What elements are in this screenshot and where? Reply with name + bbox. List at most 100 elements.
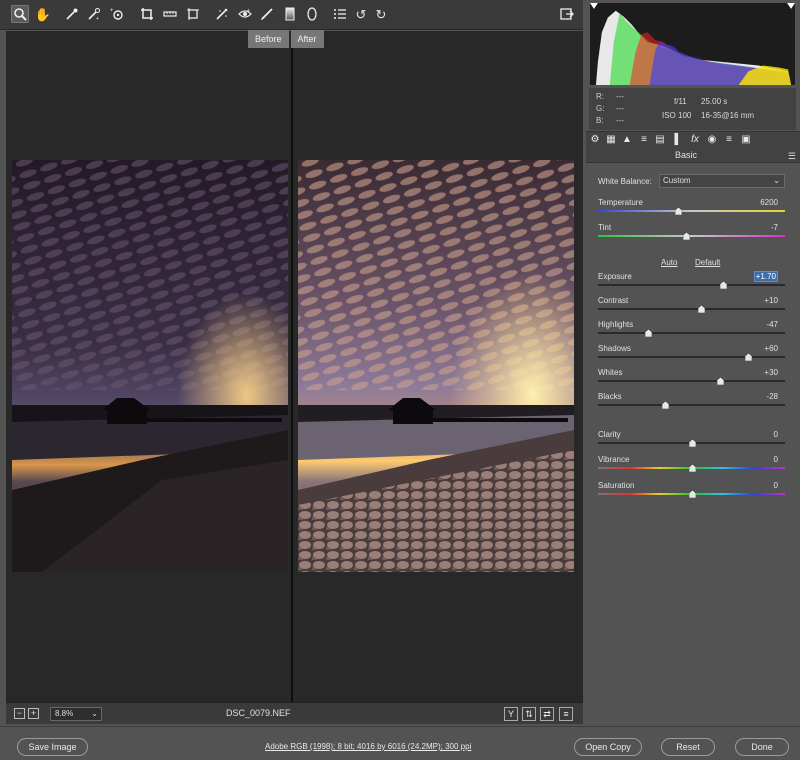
blacks-slider[interactable] [598, 401, 785, 409]
before-after-view-button[interactable]: Y [504, 707, 518, 721]
save-image-button[interactable]: Save Image [17, 738, 88, 756]
done-button[interactable]: Done [735, 738, 789, 756]
panel-title: Basic [674, 150, 697, 160]
whites-slider-thumb[interactable] [716, 377, 724, 385]
fullscreen-toggle-icon[interactable] [558, 5, 576, 23]
vibrance-slider[interactable] [598, 464, 785, 472]
spot-removal-tool-icon[interactable] [213, 5, 231, 23]
presets-tab-icon[interactable]: ≡ [723, 134, 735, 146]
contrast-slider[interactable] [598, 305, 785, 313]
split-toning-tab-icon[interactable]: ▤ [654, 134, 666, 146]
tint-value-field[interactable]: -7 [771, 223, 778, 232]
highlights-value-field[interactable]: -47 [766, 320, 778, 329]
g-label: G: [596, 104, 605, 113]
blacks-label: Blacks [598, 392, 622, 401]
crop-tool-icon[interactable] [138, 5, 156, 23]
after-image [298, 160, 574, 572]
temperature-slider-thumb[interactable] [675, 207, 683, 215]
red-eye-tool-icon[interactable]: + [236, 5, 254, 23]
histogram [589, 2, 796, 86]
detail-tab-icon[interactable]: ▲ [621, 134, 633, 146]
basic-tab-icon[interactable]: ⚙ [589, 134, 601, 146]
lens: 16-35@16 mm [701, 111, 755, 120]
panel-menu-icon[interactable]: ☰ [788, 151, 796, 162]
saturation-slider[interactable] [598, 490, 785, 498]
open-copy-button[interactable]: Open Copy [574, 738, 642, 756]
hsl-tab-icon[interactable]: ≡ [638, 134, 650, 146]
svg-text:+: + [96, 16, 99, 21]
rotate-right-icon[interactable]: ↻ [372, 5, 390, 23]
shadows-label: Shadows [598, 344, 631, 353]
tint-slider-thumb[interactable] [682, 232, 690, 240]
toolbar: ✋ + + + ↺ ↻ [0, 0, 583, 30]
image-preview-area[interactable] [6, 31, 583, 702]
highlights-slider[interactable] [598, 329, 785, 337]
exposure-slider[interactable] [598, 281, 785, 289]
highlight-clipping-indicator [787, 3, 795, 9]
transform-tool-icon[interactable] [184, 5, 202, 23]
hand-tool-icon[interactable]: ✋ [34, 5, 52, 23]
before-label: Before [248, 30, 289, 48]
zoom-out-button[interactable]: − [14, 708, 25, 719]
clarity-value-field[interactable]: 0 [774, 430, 778, 439]
chevron-down-icon: ⌄ [91, 709, 98, 718]
blacks-slider-thumb[interactable] [662, 401, 670, 409]
reset-button[interactable]: Reset [661, 738, 715, 756]
tint-slider[interactable] [598, 232, 785, 240]
view-preferences-button[interactable]: ≡ [559, 707, 573, 721]
temperature-label: Temperature [598, 198, 643, 207]
white-balance-value: Custom [663, 176, 691, 185]
swap-settings-button[interactable]: ⇅ [522, 707, 536, 721]
white-balance-label: White Balance: [598, 177, 652, 186]
auto-link[interactable]: Auto [661, 258, 677, 267]
adjustment-brush-icon[interactable] [258, 5, 276, 23]
basic-panel: White Balance: Custom ⌄ Auto Default Tem… [586, 163, 800, 725]
contrast-slider-thumb[interactable] [697, 305, 705, 313]
color-sampler-tool-icon[interactable]: + [85, 5, 103, 23]
graduated-filter-icon[interactable] [281, 5, 299, 23]
targeted-adjustment-tool-icon[interactable]: + [108, 5, 126, 23]
temperature-value-field[interactable]: 6200 [760, 198, 778, 207]
shutter-speed: 25.00 s [701, 97, 728, 106]
camera-raw-window: ✋ + + + ↺ ↻ Before After − + 8.8% ⌄ DSC_… [0, 0, 800, 760]
r-label: R: [596, 92, 604, 101]
clarity-slider[interactable] [598, 439, 785, 447]
snapshots-tab-icon[interactable]: ▣ [740, 134, 752, 146]
tone-curve-tab-icon[interactable]: ▦ [605, 134, 617, 146]
straighten-tool-icon[interactable] [161, 5, 179, 23]
copy-settings-button[interactable]: ⇄ [540, 707, 554, 721]
clarity-label: Clarity [598, 430, 621, 439]
shadows-slider-thumb[interactable] [744, 353, 752, 361]
iso: ISO 100 [662, 111, 692, 120]
vibrance-value-field[interactable]: 0 [774, 455, 778, 464]
temperature-slider[interactable] [598, 207, 785, 215]
saturation-value-field[interactable]: 0 [774, 481, 778, 490]
whites-value-field[interactable]: +30 [764, 368, 778, 377]
rotate-left-icon[interactable]: ↺ [352, 5, 370, 23]
lens-corrections-tab-icon[interactable]: ▌ [672, 134, 684, 146]
effects-tab-icon[interactable]: fx [689, 134, 701, 146]
highlights-slider-thumb[interactable] [645, 329, 653, 337]
shadows-slider[interactable] [598, 353, 785, 361]
preferences-icon[interactable] [331, 5, 349, 23]
exposure-value-field[interactable]: +1.70 [753, 271, 778, 282]
vibrance-label: Vibrance [598, 455, 630, 464]
shadows-value-field[interactable]: +60 [764, 344, 778, 353]
clarity-slider-thumb[interactable] [688, 439, 696, 447]
blacks-value-field[interactable]: -28 [766, 392, 778, 401]
zoom-tool-icon[interactable] [11, 5, 29, 23]
white-balance-select[interactable]: Custom ⌄ [659, 174, 785, 188]
exposure-slider-thumb[interactable] [720, 281, 728, 289]
zoom-in-button[interactable]: + [28, 708, 39, 719]
white-balance-tool-icon[interactable] [63, 5, 81, 23]
camera-calibration-tab-icon[interactable]: ◉ [706, 134, 718, 146]
zoom-level-select[interactable]: 8.8% ⌄ [50, 707, 102, 721]
svg-text:+: + [110, 8, 114, 14]
whites-slider[interactable] [598, 377, 785, 385]
radial-filter-icon[interactable] [303, 5, 321, 23]
workflow-options-link[interactable]: Adobe RGB (1998); 8 bit; 4016 by 6016 (2… [265, 742, 471, 751]
vibrance-slider-thumb[interactable] [688, 464, 696, 472]
saturation-slider-thumb[interactable] [688, 490, 696, 498]
contrast-value-field[interactable]: +10 [764, 296, 778, 305]
default-link[interactable]: Default [695, 258, 720, 267]
